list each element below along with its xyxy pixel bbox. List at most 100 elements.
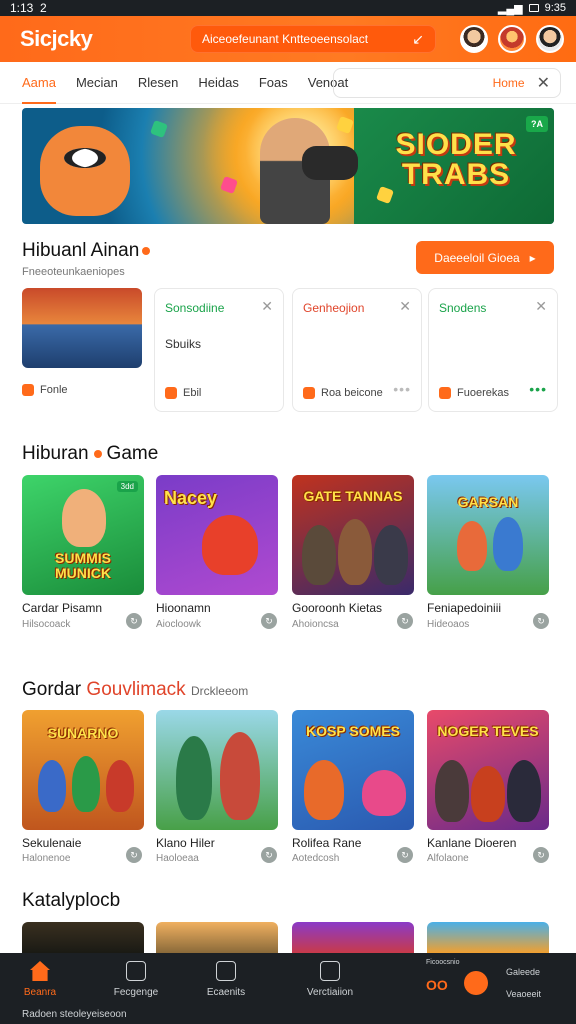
more-icon[interactable]: ••• <box>393 381 411 397</box>
game-tile[interactable]: GATE TANNAS <box>292 475 414 595</box>
character-illustration <box>457 521 487 571</box>
tile-meta: Aiocloowk <box>156 619 202 630</box>
share-icon[interactable]: ↻ <box>261 613 277 629</box>
tile-name[interactable]: Klano Hiler <box>156 836 215 850</box>
app-bar: Sicjcky Aiceoefeunant Kntteoeensolact ↙ <box>0 16 576 62</box>
character-illustration <box>304 760 344 820</box>
character-illustration <box>220 732 260 820</box>
status-bar: 1:13 2 ▂▄▆ 9:35 <box>0 0 576 16</box>
section-title: Hiburan Game <box>22 443 159 464</box>
character-illustration <box>362 770 406 816</box>
tab-foas[interactable]: Foas <box>259 62 288 104</box>
share-icon[interactable]: ↻ <box>533 613 549 629</box>
game-tile[interactable] <box>22 922 144 953</box>
share-icon[interactable]: ↻ <box>261 847 277 863</box>
tab-heidas[interactable]: Heidas <box>198 62 238 104</box>
info-card[interactable]: Snodens ✕ Fuoerekas ••• <box>428 288 558 412</box>
tile-name[interactable]: Feniapedoiniii <box>427 601 501 615</box>
tile-name[interactable]: Hioonamn <box>156 601 211 615</box>
doc-icon <box>216 961 236 981</box>
promo-widget[interactable]: Ficoocsnio OO Galeede Veaoeeit <box>426 959 546 1007</box>
tag-icon <box>303 387 315 399</box>
featured-row: Fonle Sonsodiine ✕ Sbuiks Ebil Genheojio… <box>22 288 558 412</box>
avatar[interactable] <box>460 25 488 53</box>
info-card[interactable]: Sonsodiine ✕ Sbuiks Ebil <box>154 288 284 412</box>
game-tile[interactable]: NOGER TEVES <box>427 710 549 830</box>
tile-name[interactable]: Gooroonh Kietas <box>292 601 382 615</box>
cta-label: Daeeeloil Gioea <box>434 250 520 265</box>
tab-rlesen[interactable]: Rlesen <box>138 62 178 104</box>
close-icon[interactable]: ✕ <box>535 298 547 315</box>
character-illustration <box>106 760 134 812</box>
cta-button[interactable]: Daeeeloil Gioea ▸ <box>416 241 554 274</box>
nav-label: Ecaenits <box>206 987 246 998</box>
card-title: Genheojion <box>303 301 365 315</box>
character-illustration <box>493 517 523 571</box>
close-icon[interactable]: ✕ <box>399 298 411 315</box>
card-footer: Roa beicone <box>303 387 383 399</box>
card-footer: Fonle <box>22 384 68 396</box>
game-tile[interactable] <box>292 922 414 953</box>
game-tile[interactable]: 3dd SUMMIS MUNICK <box>22 475 144 595</box>
share-icon[interactable]: ↻ <box>533 847 549 863</box>
promo-badge-icon <box>464 971 488 995</box>
home-icon <box>30 961 50 981</box>
game-tile[interactable] <box>156 710 278 830</box>
close-icon[interactable]: ✕ <box>261 298 273 315</box>
tile-meta: Aotedcosh <box>292 853 340 864</box>
featured-thumb-card[interactable]: Fonle <box>22 288 144 412</box>
nav-item-home[interactable]: Beanra <box>0 961 80 998</box>
game-tile[interactable] <box>156 922 278 953</box>
battery-icon <box>528 4 539 12</box>
more-icon[interactable]: ••• <box>529 381 547 397</box>
tile-meta: Hideoaos <box>427 619 470 630</box>
tab-search-placeholder: Home <box>492 76 525 90</box>
close-icon[interactable]: ✕ <box>537 73 550 93</box>
nav-item-stats[interactable]: Fecgenge <box>96 961 176 998</box>
banner-badge[interactable]: ?A <box>526 116 548 132</box>
game-tile[interactable]: GARSAN <box>427 475 549 595</box>
footer-text: Radoen steoleyeiseoon <box>22 1009 127 1020</box>
tab-bar: Aama Mecian Rlesen Heidas Foas Venoat Ho… <box>0 62 576 104</box>
tile-name[interactable]: Kanlane Dioeren <box>427 836 516 850</box>
nav-item-verify[interactable]: Verctiaiion <box>290 961 370 998</box>
hero-banner[interactable]: SIODER TRABS ?A <box>22 108 554 224</box>
tile-name[interactable]: Sekulenaie <box>22 836 81 850</box>
character-illustration <box>374 525 408 585</box>
share-icon[interactable]: ↻ <box>397 613 413 629</box>
tile-name[interactable]: Cardar Pisamn <box>22 601 102 615</box>
game-tile[interactable] <box>427 922 549 953</box>
character-illustration <box>471 766 505 822</box>
share-icon[interactable]: ↻ <box>126 847 142 863</box>
tile-meta: Hilsocoack <box>22 619 71 630</box>
tab-search-input[interactable]: Home ✕ <box>333 68 561 98</box>
avatar[interactable] <box>536 25 564 53</box>
thumbnail-image <box>22 288 142 368</box>
share-icon[interactable]: ↻ <box>397 847 413 863</box>
share-icon[interactable]: ↻ <box>126 613 142 629</box>
game-tile[interactable]: SUNARNO <box>22 710 144 830</box>
chart-icon <box>126 961 146 981</box>
game-tile[interactable]: Nacey <box>156 475 278 595</box>
tile-art-label: SUNARNO <box>47 725 119 741</box>
header-search[interactable]: Aiceoefeunant Kntteoeensolact ↙ <box>190 25 436 53</box>
tile-art-label: GARSAN <box>457 494 519 510</box>
tile-art-label: NOGER TEVES <box>437 723 539 739</box>
app-logo[interactable]: Sicjcky <box>20 26 190 52</box>
tab-mecian[interactable]: Mecian <box>76 62 118 104</box>
character-illustration <box>302 525 336 585</box>
tile-meta: Alfolaone <box>427 853 469 864</box>
info-card[interactable]: Genheojion ✕ Roa beicone ••• <box>292 288 422 412</box>
tile-meta: Haoloeaa <box>156 853 199 864</box>
character-illustration <box>435 760 469 822</box>
signal-icon: ▂▄▆ <box>497 2 523 15</box>
promo-oo: OO <box>426 977 448 993</box>
arrow-icon[interactable]: ↙ <box>412 31 424 48</box>
tile-name[interactable]: Rolifea Rane <box>292 836 361 850</box>
tab-aama[interactable]: Aama <box>22 62 56 104</box>
game-tile[interactable]: KOSP SOMES <box>292 710 414 830</box>
nav-item-docs[interactable]: Ecaenits <box>186 961 266 998</box>
character-illustration <box>176 736 212 820</box>
dot-icon <box>93 449 102 458</box>
avatar[interactable] <box>498 25 526 53</box>
